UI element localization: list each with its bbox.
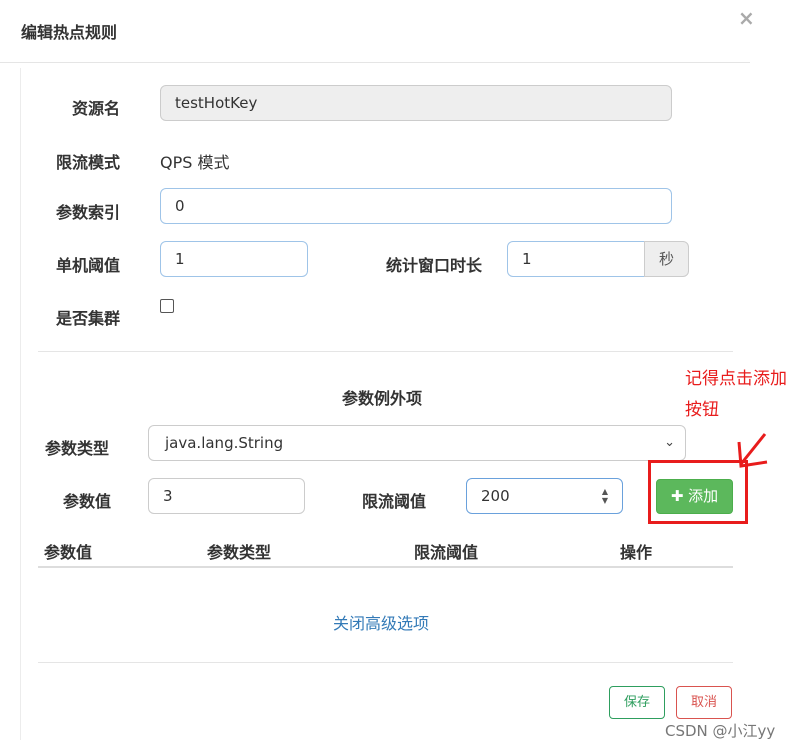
- limit-threshold-value: 200: [481, 487, 510, 505]
- footer-divider: [38, 662, 733, 663]
- cancel-button[interactable]: 取消: [676, 686, 732, 719]
- table-header-param-value: 参数值: [44, 543, 93, 562]
- param-index-label: 参数索引: [56, 203, 121, 222]
- annotation-text-line1: 记得点击添加: [685, 369, 787, 389]
- divider: [38, 351, 733, 352]
- dialog-title: 编辑热点规则: [21, 23, 118, 42]
- param-type-label: 参数类型: [45, 439, 110, 458]
- limit-threshold-input[interactable]: 200 ▲ ▼: [466, 478, 623, 514]
- dialog-header: 编辑热点规则 ×: [0, 0, 755, 63]
- param-value-label: 参数值: [63, 492, 112, 511]
- table-header-param-type: 参数类型: [207, 543, 272, 562]
- annotation-text-line2: 按钮: [685, 400, 719, 420]
- number-spinner-icon[interactable]: ▲ ▼: [600, 487, 610, 505]
- flow-mode-label: 限流模式: [56, 153, 121, 172]
- param-type-select[interactable]: java.lang.String ⌄: [148, 425, 686, 461]
- window-unit-addon: 秒: [644, 241, 689, 277]
- close-icon[interactable]: ×: [738, 6, 755, 30]
- edit-hotspot-rule-dialog: 编辑热点规则 × 资源名 testHotKey 限流模式 QPS 模式 参数索引…: [0, 0, 755, 750]
- threshold-label: 单机阈值: [56, 256, 121, 275]
- watermark: CSDN @小江yy: [665, 722, 776, 740]
- close-advanced-options-link[interactable]: 关闭高级选项: [333, 610, 429, 634]
- window-duration-input[interactable]: 1: [507, 241, 645, 277]
- annotation-arrow-icon: [737, 433, 768, 468]
- param-index-input[interactable]: 0: [160, 188, 672, 224]
- flow-mode-value: QPS 模式: [160, 153, 230, 172]
- cluster-label: 是否集群: [56, 309, 121, 328]
- param-type-selected: java.lang.String: [165, 434, 284, 452]
- threshold-input[interactable]: 1: [160, 241, 308, 277]
- table-header-actions: 操作: [620, 543, 653, 562]
- chevron-down-icon: ⌄: [664, 435, 675, 450]
- cluster-checkbox[interactable]: [160, 299, 174, 313]
- table-header-rule: [38, 566, 733, 568]
- param-value-input[interactable]: 3: [148, 478, 305, 514]
- annotation-highlight-box: [648, 460, 748, 524]
- save-button[interactable]: 保存: [609, 686, 665, 719]
- window-duration-label: 统计窗口时长: [386, 256, 483, 275]
- resource-name-label: 资源名: [72, 99, 121, 118]
- param-exceptions-title: 参数例外项: [342, 389, 423, 408]
- table-header-limit-threshold: 限流阈值: [414, 543, 479, 562]
- limit-threshold-label: 限流阈值: [362, 492, 427, 511]
- resource-name-field: testHotKey: [160, 85, 672, 121]
